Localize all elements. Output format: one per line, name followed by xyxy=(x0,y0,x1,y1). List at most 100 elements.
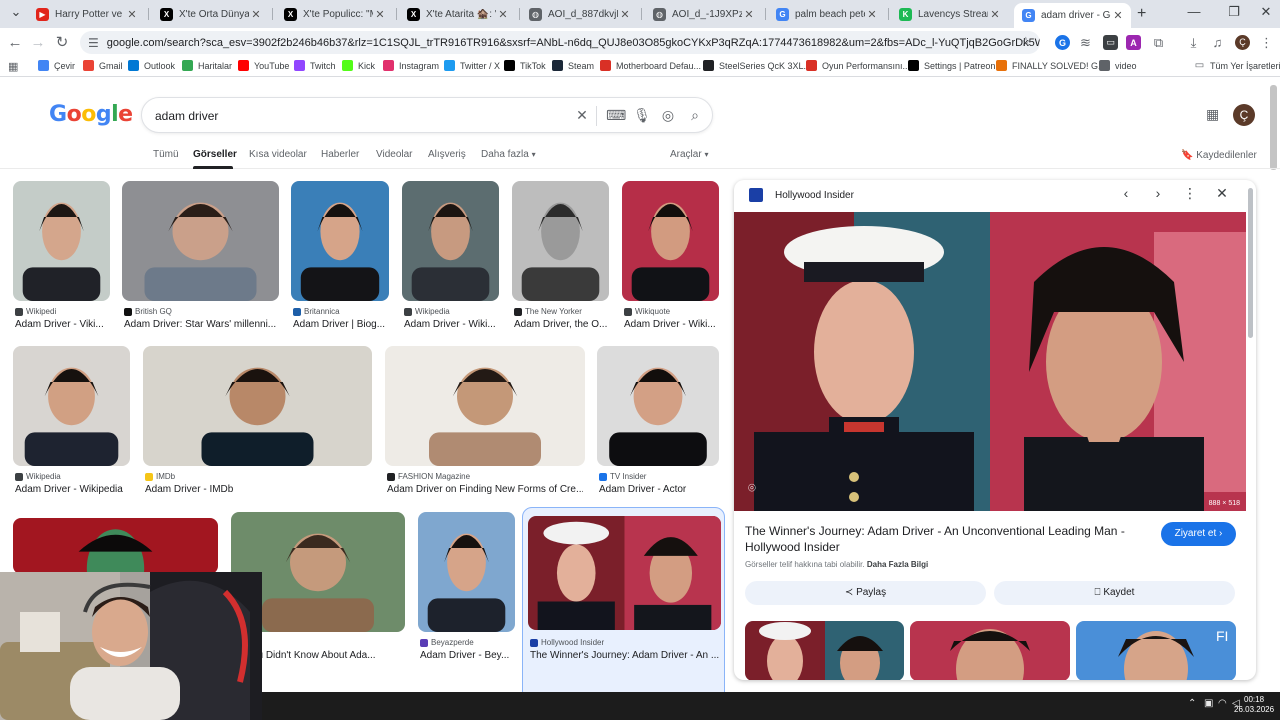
browser-tab[interactable]: X X'te Atarita 🏚️: "Yeni✕ xyxy=(399,2,516,26)
image-result[interactable]: British GQ Adam Driver: Star Wars' millen… xyxy=(122,181,279,353)
close-tab-icon[interactable]: ✕ xyxy=(373,8,387,21)
chrome-menu-icon[interactable]: ⋮ xyxy=(1259,35,1274,50)
all-bookmarks-folder[interactable]: ▭ Tüm Yer İşaretleri xyxy=(1194,60,1280,71)
browser-tab[interactable]: ▶ Harry Potter ve Felsef✕ xyxy=(28,2,145,26)
restore-button[interactable]: ❐ xyxy=(1224,4,1244,20)
result-source[interactable]: TV Insider xyxy=(599,472,646,481)
result-source[interactable]: Wikipedia xyxy=(404,307,450,316)
browser-tab[interactable]: X X'te Populicc: "Manife✕ xyxy=(276,2,393,26)
result-source[interactable]: FASHION Magazine xyxy=(387,472,470,481)
extension-wave-icon[interactable]: ≋ xyxy=(1078,35,1093,50)
result-title[interactable]: Adam Driver - Viki... xyxy=(15,319,108,330)
result-source[interactable]: The New Yorker xyxy=(514,307,582,316)
search-box[interactable]: adam driver ✕ ⌨ 🎙 ◎ ⌕ xyxy=(141,97,713,133)
tools-button[interactable]: Araçlar ▾ xyxy=(670,149,708,160)
result-title[interactable]: Adam Driver on Finding New Forms of Cre.… xyxy=(387,484,583,495)
browser-tab[interactable]: ◍ AOI_d_887dkvjH4q5i✕ xyxy=(521,2,638,26)
close-tab-icon[interactable]: ✕ xyxy=(249,8,263,21)
image-result[interactable]: Wikipedia Adam Driver - Wikipedia xyxy=(13,346,130,518)
extension-screen-icon[interactable]: ▭ xyxy=(1103,35,1118,50)
image-result[interactable]: The New Yorker Adam Driver, the O... xyxy=(512,181,609,353)
wifi-icon[interactable]: ◠ xyxy=(1218,698,1227,709)
bookmark-item[interactable]: Steam xyxy=(552,60,594,71)
image-result[interactable]: TV Insider Adam Driver - Actor xyxy=(597,346,719,518)
browser-tab[interactable]: X X'te Orta Dünya: "Yen✕ xyxy=(152,2,269,26)
save-button[interactable]: ⎕ Kaydet xyxy=(994,581,1235,605)
apps-grid-icon[interactable]: ▦ xyxy=(8,60,18,73)
site-info-icon[interactable]: ☰ xyxy=(88,36,99,50)
bookmark-item[interactable]: Çevir xyxy=(38,60,75,71)
tab-images[interactable]: Görseller xyxy=(193,149,237,160)
image-result[interactable]: IMDb Adam Driver - IMDb xyxy=(143,346,372,518)
visit-button[interactable]: Ziyaret et › xyxy=(1161,522,1236,546)
image-result[interactable]: Wikipedia Adam Driver - Wiki... xyxy=(402,181,499,353)
result-title[interactable]: Adam Driver, the O... xyxy=(514,319,607,330)
bookmark-item[interactable]: Gmail xyxy=(83,60,123,71)
extension-translate-icon[interactable]: G xyxy=(1055,35,1070,50)
related-image-2[interactable] xyxy=(910,621,1070,680)
result-title[interactable]: Adam Driver - Actor xyxy=(599,484,717,495)
result-source[interactable]: IMDb xyxy=(145,472,175,481)
browser-tab[interactable]: Gadam driver - Google✕ xyxy=(1014,3,1131,28)
bookmark-item[interactable]: FINALLY SOLVED! G... xyxy=(996,60,1106,71)
bookmark-item[interactable]: Haritalar xyxy=(182,60,232,71)
google-logo[interactable]: Google xyxy=(49,101,133,127)
tab-more[interactable]: Daha fazla ▾ xyxy=(481,149,536,160)
share-button[interactable]: ≺ Paylaş xyxy=(745,581,986,605)
close-tab-icon[interactable]: ✕ xyxy=(496,8,510,21)
minimize-button[interactable]: — xyxy=(1184,4,1204,19)
close-tab-icon[interactable]: ✕ xyxy=(618,8,632,21)
more-options-icon[interactable]: ⋮ xyxy=(1180,185,1200,202)
bookmark-item[interactable]: TikTok xyxy=(504,60,546,71)
browser-tab[interactable]: Gpalm beach pete - Go✕ xyxy=(768,2,885,26)
result-title[interactable]: The Winner's Journey: Adam Driver - An .… xyxy=(530,650,729,661)
bookmark-star-icon[interactable]: ☆ xyxy=(1020,34,1032,50)
result-title[interactable]: Adam Driver - Wiki... xyxy=(404,319,497,330)
address-bar[interactable]: ☰ google.com/search?sca_esv=3902f2b246b4… xyxy=(80,31,1040,54)
keyboard-icon[interactable]: ⌨ xyxy=(606,107,626,124)
image-result[interactable]: Wikiquote Adam Driver - Wiki... xyxy=(622,181,719,353)
show-hidden-icons[interactable]: ⌃ xyxy=(1188,698,1196,709)
saved-button[interactable]: 🔖 Kaydedilenler xyxy=(1181,150,1257,161)
previous-image-icon[interactable]: ‹ xyxy=(1116,185,1136,201)
bookmark-item[interactable]: Twitter / X xyxy=(444,60,500,71)
clear-search-icon[interactable]: ✕ xyxy=(573,107,591,124)
bookmark-item[interactable]: Instagram xyxy=(383,60,439,71)
preview-source[interactable]: Hollywood Insider xyxy=(749,188,854,202)
image-result[interactable] xyxy=(13,518,218,574)
result-title[interactable]: Adam Driver: Star Wars' millenni... xyxy=(124,319,277,330)
close-tab-icon[interactable]: ✕ xyxy=(125,8,139,21)
image-result[interactable]: Britannica Adam Driver | Biog... xyxy=(291,181,389,353)
tab-videos[interactable]: Videolar xyxy=(376,149,413,160)
search-icon[interactable]: ⌕ xyxy=(686,107,704,124)
close-tab-icon[interactable]: ✕ xyxy=(1111,9,1125,22)
extensions-puzzle-icon[interactable]: ⧉ xyxy=(1151,35,1166,50)
taskbar-clock[interactable]: 00:18 26.03.2026 xyxy=(1234,695,1274,715)
extension-purple-icon[interactable]: A xyxy=(1126,35,1141,50)
result-source[interactable]: Britannica xyxy=(293,307,340,316)
preview-title-link[interactable]: The Winner's Journey: Adam Driver - An U… xyxy=(745,523,1145,555)
bookmark-item[interactable]: Settings | Patreon xyxy=(908,60,995,71)
network-icon[interactable]: ▣ xyxy=(1204,698,1213,709)
bookmark-item[interactable]: Oyun Performansını... xyxy=(806,60,910,71)
tab-short-videos[interactable]: Kısa videolar xyxy=(249,149,307,160)
close-tab-icon[interactable]: ✕ xyxy=(988,8,1002,21)
bookmark-item[interactable]: SteelSeries QcK 3XL... xyxy=(703,60,811,71)
download-icon[interactable]: ⤓ xyxy=(1186,35,1201,50)
close-window-button[interactable]: ✕ xyxy=(1256,4,1276,20)
result-source[interactable]: Wikiquote xyxy=(624,307,670,316)
bookmark-item[interactable]: YouTube xyxy=(238,60,289,71)
close-preview-icon[interactable]: ✕ xyxy=(1212,185,1232,202)
bookmark-item[interactable]: Twitch xyxy=(294,60,336,71)
result-source[interactable]: Wikipedia xyxy=(15,472,61,481)
result-title[interactable]: Adam Driver | Biog... xyxy=(293,319,387,330)
image-result[interactable]: Wikipedi Adam Driver - Viki... xyxy=(13,181,110,353)
result-source[interactable]: Hollywood Insider xyxy=(530,638,604,647)
close-tab-icon[interactable]: ✕ xyxy=(742,8,756,21)
google-lens-icon[interactable]: ◎ xyxy=(659,107,677,124)
browser-profile-avatar[interactable]: Ç xyxy=(1235,35,1250,50)
bookmark-item[interactable]: Motherboard Defau... xyxy=(600,60,701,71)
forward-button[interactable]: → xyxy=(28,33,48,53)
tab-news[interactable]: Haberler xyxy=(321,149,359,160)
tab-search-icon[interactable]: ⌄ xyxy=(6,4,26,20)
